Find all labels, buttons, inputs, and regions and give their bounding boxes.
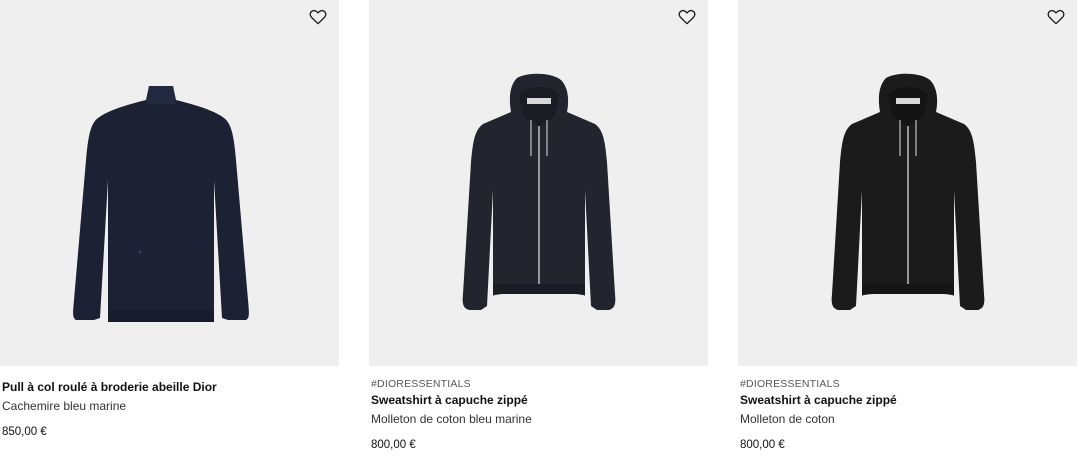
product-name[interactable]: Sweatshirt à capuche zippé — [371, 393, 528, 407]
product-image[interactable] — [0, 0, 339, 366]
product-price: 800,00 € — [740, 439, 785, 451]
product-name[interactable]: Pull à col roulé à broderie abeille Dior — [2, 380, 217, 394]
zip-hoodie-image — [462, 73, 616, 311]
zip-hoodie-image — [831, 73, 985, 311]
product-card[interactable]: #DIORESSENTIALS Sweatshirt à capuche zip… — [369, 0, 708, 456]
product-price: 800,00 € — [371, 439, 416, 451]
product-image[interactable] — [369, 0, 708, 366]
collection-tag: #DIORESSENTIALS — [740, 378, 840, 390]
heart-outline-icon[interactable] — [1047, 9, 1065, 25]
product-material: Molleton de coton bleu marine — [371, 412, 532, 426]
product-card[interactable]: Pull à col roulé à broderie abeille Dior… — [0, 0, 339, 456]
product-price: 850,00 € — [2, 426, 47, 438]
product-name[interactable]: Sweatshirt à capuche zippé — [740, 393, 897, 407]
product-card[interactable]: #DIORESSENTIALS Sweatshirt à capuche zip… — [738, 0, 1077, 456]
turtleneck-sweater-image — [73, 86, 249, 322]
heart-outline-icon[interactable] — [309, 9, 327, 25]
collection-tag: #DIORESSENTIALS — [371, 378, 471, 390]
heart-outline-icon[interactable] — [678, 9, 696, 25]
product-material: Cachemire bleu marine — [2, 399, 127, 413]
product-image[interactable] — [738, 0, 1077, 366]
product-material: Molleton de coton — [740, 412, 835, 426]
